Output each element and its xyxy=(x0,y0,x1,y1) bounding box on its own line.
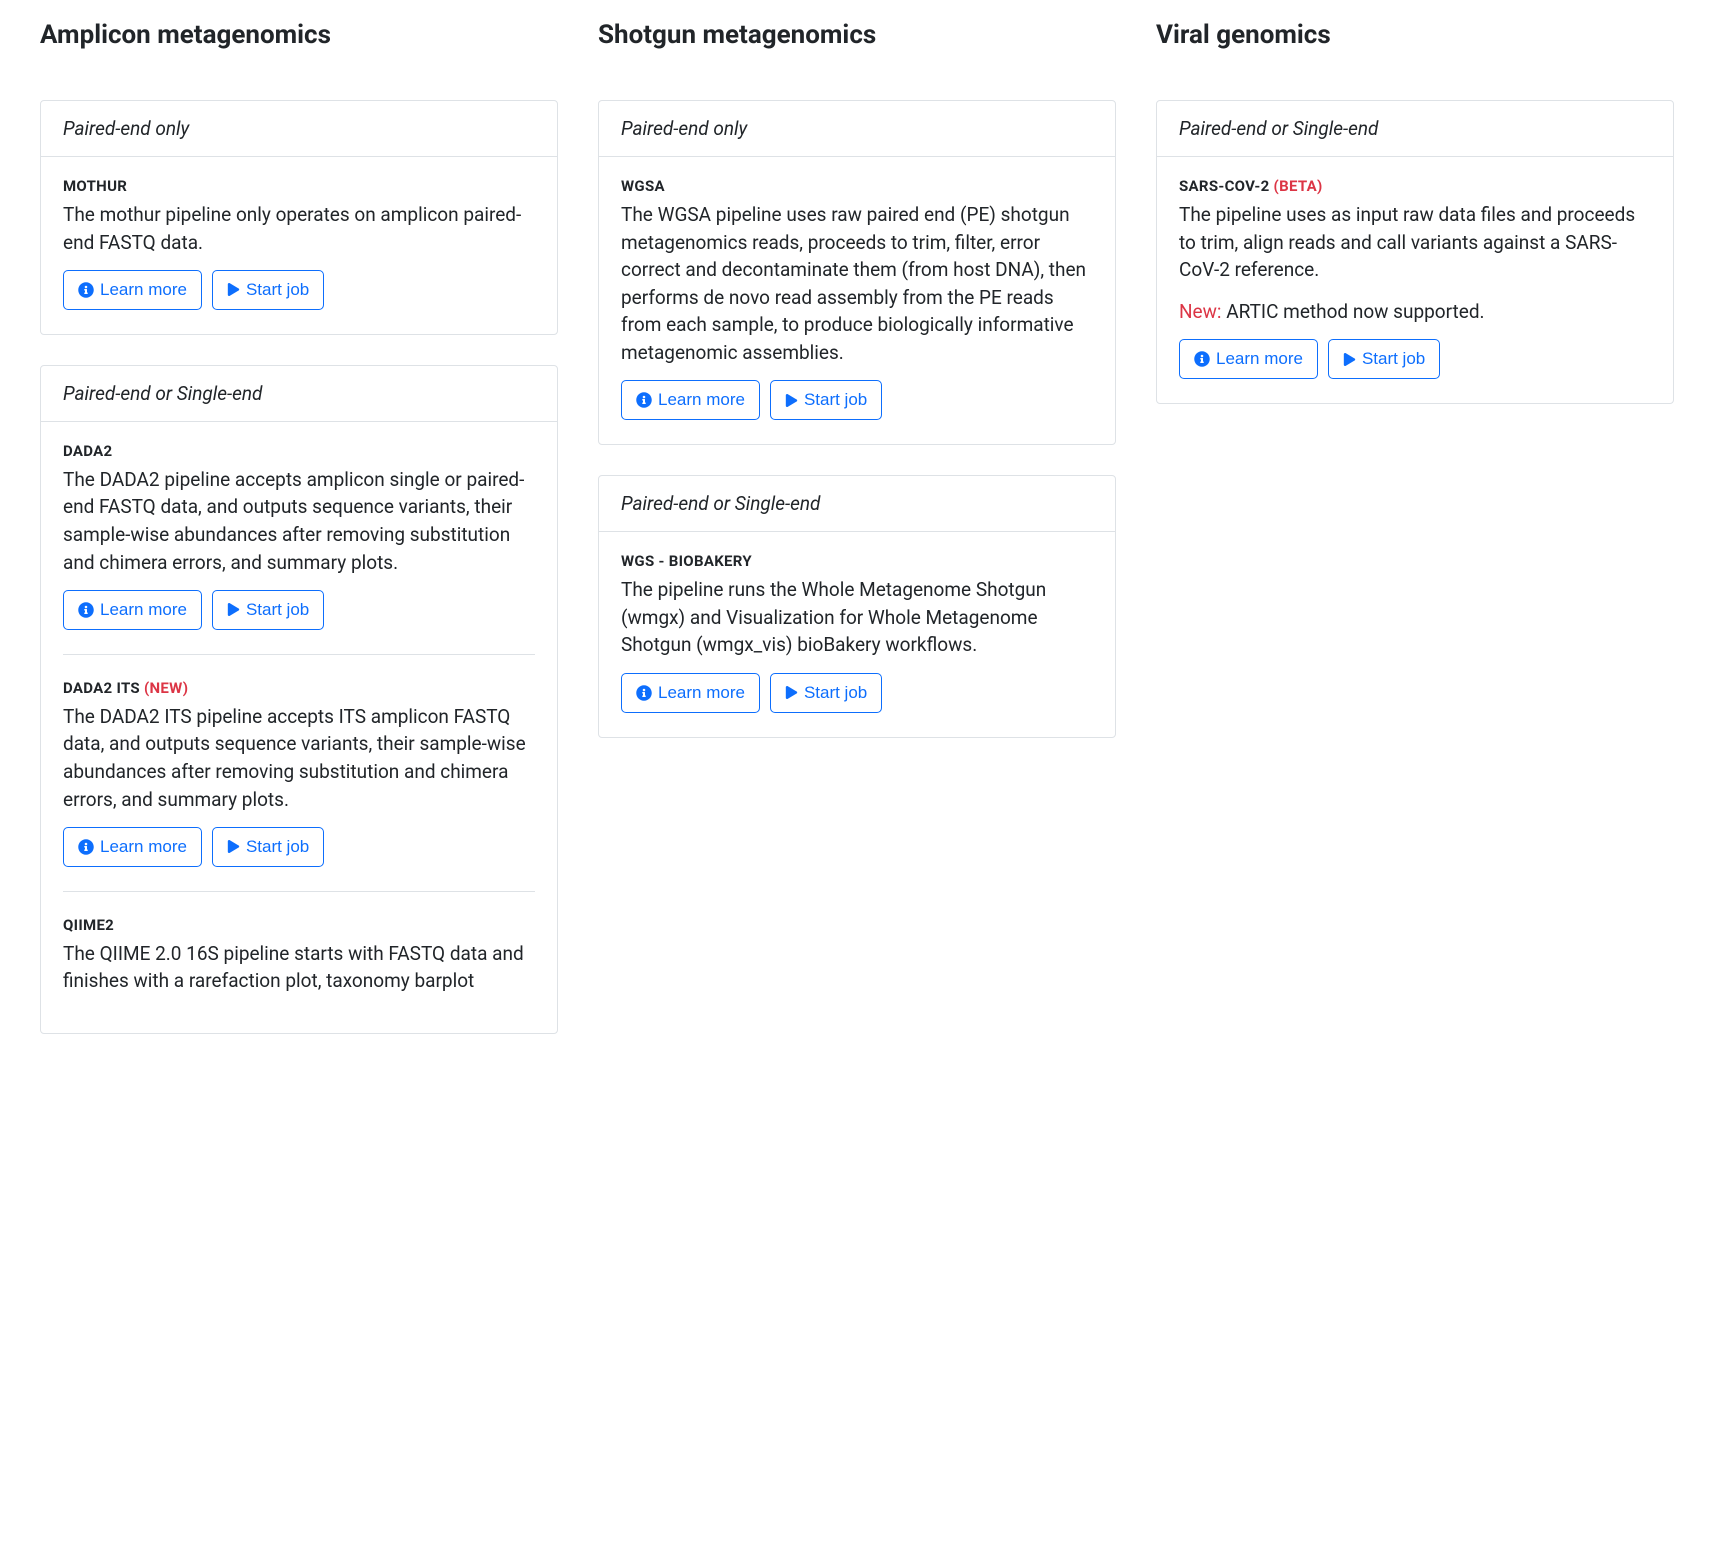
card-header: Paired-end or Single-end xyxy=(599,476,1115,532)
card-header: Paired-end or Single-end xyxy=(1157,101,1673,157)
learn-more-button[interactable]: Learn more xyxy=(63,270,202,310)
start-job-button[interactable]: Start job xyxy=(770,673,882,713)
pipeline-sars-cov-2: SARS-COV-2 (BETA) The pipeline uses as in… xyxy=(1179,177,1651,379)
card-body: DADA2 The DADA2 pipeline accepts amplicon… xyxy=(41,422,557,1033)
pipeline-extra-note: New: ARTIC method now supported. xyxy=(1179,298,1651,326)
button-row: Learn more Start job xyxy=(1179,339,1651,379)
button-label: Learn more xyxy=(100,835,187,859)
learn-more-button[interactable]: Learn more xyxy=(621,673,760,713)
pipeline-tag: (BETA) xyxy=(1274,177,1323,195)
button-label: Start job xyxy=(246,598,309,622)
button-label: Start job xyxy=(246,835,309,859)
column-amplicon-metagenomics: Amplicon metagenomics Paired-end only MOTH… xyxy=(40,20,558,1064)
button-label: Learn more xyxy=(1216,347,1303,371)
card-body: WGSA The WGSA pipeline uses raw paired en… xyxy=(599,157,1115,444)
question-circle-icon xyxy=(78,839,94,855)
pipeline-card: Paired-end or Single-end SARS-COV-2 (BETA… xyxy=(1156,100,1674,404)
pipeline-card: Paired-end or Single-end DADA2 The DADA2 p… xyxy=(40,365,558,1034)
pipeline-wgs-biobakery: WGS - BIOBAKERY The pipeline runs the Who… xyxy=(621,552,1093,712)
column-title: Amplicon metagenomics xyxy=(40,20,558,50)
pipeline-description: The DADA2 ITS pipeline accepts ITS ampli… xyxy=(63,703,535,813)
play-icon xyxy=(227,283,240,296)
learn-more-button[interactable]: Learn more xyxy=(621,380,760,420)
start-job-button[interactable]: Start job xyxy=(212,270,324,310)
button-label: Learn more xyxy=(100,278,187,302)
button-row: Learn more Start job xyxy=(621,380,1093,420)
pipeline-tag: (NEW) xyxy=(144,679,188,697)
question-circle-icon xyxy=(78,282,94,298)
highlight-label: New: xyxy=(1179,300,1222,323)
pipeline-description: The mothur pipeline only operates on amp… xyxy=(63,201,535,256)
play-icon xyxy=(785,686,798,699)
question-circle-icon xyxy=(78,602,94,618)
button-label: Learn more xyxy=(100,598,187,622)
button-label: Start job xyxy=(804,388,867,412)
button-label: Learn more xyxy=(658,681,745,705)
button-label: Start job xyxy=(1362,347,1425,371)
pipeline-name: DADA2 ITS (NEW) xyxy=(63,679,535,697)
question-circle-icon xyxy=(636,392,652,408)
learn-more-button[interactable]: Learn more xyxy=(63,827,202,867)
start-job-button[interactable]: Start job xyxy=(770,380,882,420)
pipeline-dada2: DADA2 The DADA2 pipeline accepts amplicon… xyxy=(63,442,535,630)
button-row: Learn more Start job xyxy=(621,673,1093,713)
start-job-button[interactable]: Start job xyxy=(212,590,324,630)
play-icon xyxy=(227,603,240,616)
pipeline-description: The DADA2 pipeline accepts amplicon sing… xyxy=(63,466,535,576)
pipeline-card: Paired-end only WGSA The WGSA pipeline use… xyxy=(598,100,1116,445)
pipeline-description: The WGSA pipeline uses raw paired end (P… xyxy=(621,201,1093,366)
column-shotgun-metagenomics: Shotgun metagenomics Paired-end only WGSA T… xyxy=(598,20,1116,768)
button-label: Start job xyxy=(804,681,867,705)
pipeline-wgsa: WGSA The WGSA pipeline uses raw paired en… xyxy=(621,177,1093,420)
card-header: Paired-end or Single-end xyxy=(41,366,557,422)
button-label: Start job xyxy=(246,278,309,302)
pipeline-name: DADA2 xyxy=(63,442,535,460)
play-icon xyxy=(227,840,240,853)
start-job-button[interactable]: Start job xyxy=(212,827,324,867)
column-title: Viral genomics xyxy=(1156,20,1674,50)
column-title: Shotgun metagenomics xyxy=(598,20,1116,50)
button-label: Learn more xyxy=(658,388,745,412)
pipeline-name: MOTHUR xyxy=(63,177,535,195)
pipeline-mothur: MOTHUR The mothur pipeline only operates … xyxy=(63,177,535,310)
card-body: MOTHUR The mothur pipeline only operates … xyxy=(41,157,557,334)
pipeline-card: Paired-end or Single-end WGS - BIOBAKERY T… xyxy=(598,475,1116,737)
learn-more-button[interactable]: Learn more xyxy=(63,590,202,630)
learn-more-button[interactable]: Learn more xyxy=(1179,339,1318,379)
button-row: Learn more Start job xyxy=(63,590,535,630)
play-icon xyxy=(785,394,798,407)
card-body: SARS-COV-2 (BETA) The pipeline uses as in… xyxy=(1157,157,1673,403)
pipeline-name: SARS-COV-2 (BETA) xyxy=(1179,177,1651,195)
column-viral-genomics: Viral genomics Paired-end or Single-end SA… xyxy=(1156,20,1674,434)
pipeline-description: The pipeline runs the Whole Metagenome S… xyxy=(621,576,1093,659)
pipeline-name: WGSA xyxy=(621,177,1093,195)
pipeline-name: QIIME2 xyxy=(63,916,535,934)
pipeline-dada2-its: DADA2 ITS (NEW) The DADA2 ITS pipeline ac… xyxy=(63,654,535,867)
pipeline-name: WGS - BIOBAKERY xyxy=(621,552,1093,570)
card-header: Paired-end only xyxy=(599,101,1115,157)
start-job-button[interactable]: Start job xyxy=(1328,339,1440,379)
question-circle-icon xyxy=(636,685,652,701)
pipeline-qiime2: QIIME2 The QIIME 2.0 16S pipeline starts … xyxy=(63,891,535,995)
pipeline-card: Paired-end only MOTHUR The mothur pipeline… xyxy=(40,100,558,335)
button-row: Learn more Start job xyxy=(63,270,535,310)
play-icon xyxy=(1343,353,1356,366)
card-header: Paired-end only xyxy=(41,101,557,157)
pipeline-description: The pipeline uses as input raw data file… xyxy=(1179,201,1651,284)
card-body: WGS - BIOBAKERY The pipeline runs the Who… xyxy=(599,532,1115,736)
question-circle-icon xyxy=(1194,351,1210,367)
pipeline-description: The QIIME 2.0 16S pipeline starts with F… xyxy=(63,940,535,995)
button-row: Learn more Start job xyxy=(63,827,535,867)
